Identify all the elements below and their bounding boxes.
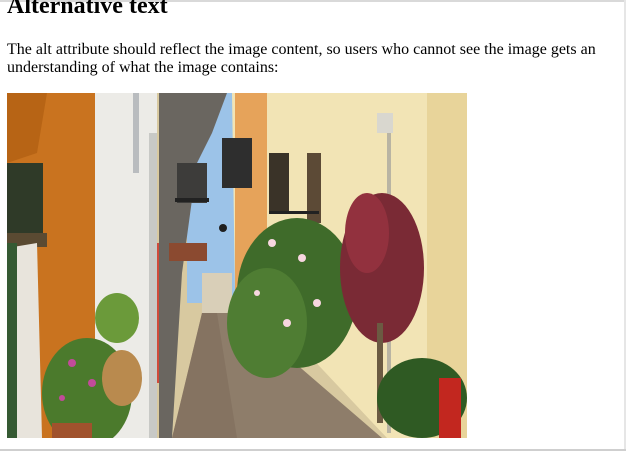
intro-paragraph: The alt attribute should reflect the ima… [7, 41, 596, 76]
alley-photo [7, 93, 467, 438]
page-title: Alternative text [7, 0, 168, 19]
distant-building [202, 273, 232, 313]
